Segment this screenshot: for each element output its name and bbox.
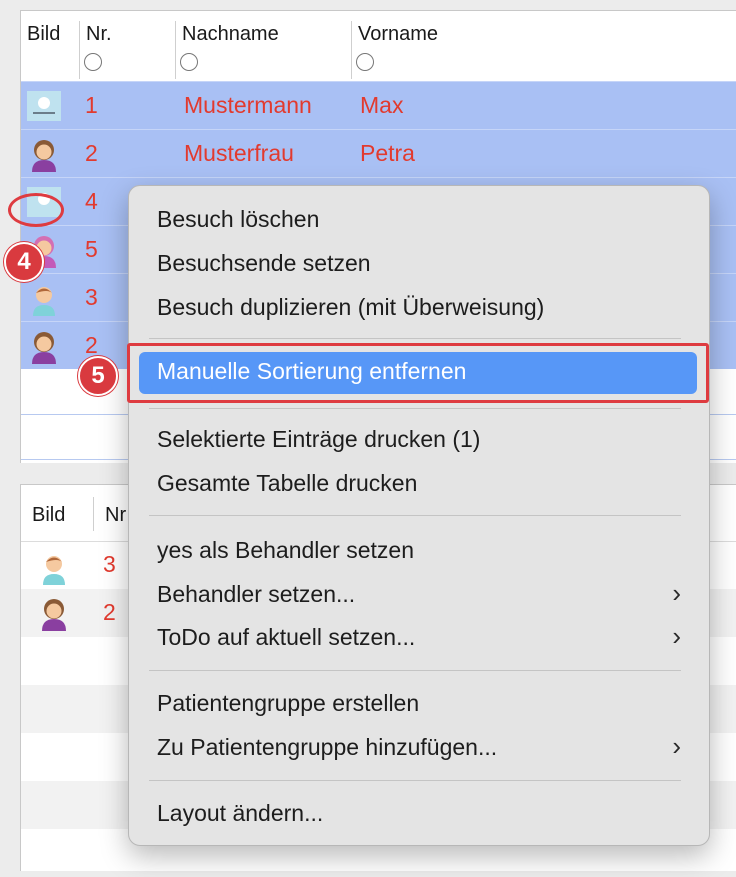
cell-lastname: Mustermann — [184, 92, 312, 118]
menu-item-label: Zu Patientengruppe hinzufügen... — [157, 734, 498, 760]
step-badge-4: 4 — [4, 242, 44, 282]
menu-item-change-layout[interactable]: Layout ändern... — [157, 800, 323, 827]
cell-firstname: Max — [360, 92, 404, 118]
sort-radio-icon[interactable] — [180, 53, 198, 71]
menu-item-print-table[interactable]: Gesamte Tabelle drucken — [157, 470, 417, 497]
menu-item-set-yes-practitioner[interactable]: yes als Behandler setzen — [157, 537, 414, 564]
table-row[interactable]: 1 Mustermann Max — [21, 81, 736, 129]
column-label-image: Bild — [27, 23, 61, 45]
column-divider[interactable] — [93, 497, 94, 531]
table-header: Bild Nr. Nachname Vorname — [21, 11, 736, 83]
column-header-firstname[interactable]: Vorname — [352, 11, 552, 81]
menu-separator — [149, 338, 681, 339]
menu-separator — [149, 515, 681, 516]
sort-radio-icon[interactable] — [84, 53, 102, 71]
column-label-firstname: Vorname — [358, 23, 439, 45]
menu-item-duplicate-visit[interactable]: Besuch duplizieren (mit Überweisung) — [157, 294, 544, 321]
cell-nr: 5 — [85, 236, 98, 262]
column-label-image: Bild — [32, 504, 66, 526]
annotation-highlight-box — [127, 343, 709, 403]
menu-item-delete-visit[interactable]: Besuch löschen — [157, 206, 319, 233]
cell-nr: 1 — [85, 92, 98, 118]
menu-item-set-visit-end[interactable]: Besuchsende setzen — [157, 250, 371, 277]
menu-item-print-selected[interactable]: Selektierte Einträge drucken (1) — [157, 426, 480, 453]
menu-separator — [149, 408, 681, 409]
column-header-nr[interactable]: Nr. — [80, 11, 175, 81]
logo-placeholder-icon — [27, 91, 61, 121]
cell-nr: 4 — [85, 188, 98, 214]
chevron-right-icon: › — [672, 731, 681, 761]
table-row[interactable]: 2 Musterfrau Petra — [21, 129, 736, 177]
column-label-lastname: Nachname — [182, 23, 279, 45]
chevron-right-icon: › — [672, 578, 681, 608]
context-menu: Besuch löschen Besuchsende setzen Besuch… — [128, 185, 710, 846]
female-avatar-icon — [32, 140, 56, 172]
cell-nr: 2 — [103, 599, 116, 625]
male-avatar-icon — [33, 287, 55, 316]
male-avatar-icon — [43, 556, 65, 585]
female-avatar-icon — [32, 332, 56, 364]
menu-separator — [149, 670, 681, 671]
column-header-lastname[interactable]: Nachname — [176, 11, 351, 81]
cell-nr: 3 — [103, 551, 116, 577]
annotation-ring — [8, 193, 64, 227]
step-badge-5: 5 — [78, 356, 118, 396]
cell-lastname: Musterfrau — [184, 140, 294, 166]
column-header-image[interactable]: Bild — [21, 11, 79, 81]
cell-nr: 2 — [85, 140, 98, 166]
menu-item-label: Behandler setzen... — [157, 581, 356, 607]
sort-radio-icon[interactable] — [356, 53, 374, 71]
female-avatar-icon — [42, 599, 66, 631]
cell-nr: 3 — [85, 284, 98, 310]
menu-separator — [149, 780, 681, 781]
cell-firstname: Petra — [360, 140, 415, 166]
menu-item-label: ToDo auf aktuell setzen... — [157, 624, 416, 650]
menu-item-create-patient-group[interactable]: Patientengruppe erstellen — [157, 690, 419, 717]
column-label-nr: Nr. — [86, 23, 112, 45]
cell-nr: 2 — [85, 332, 98, 358]
column-label-nr: Nr — [105, 504, 127, 526]
chevron-right-icon: › — [672, 621, 681, 651]
